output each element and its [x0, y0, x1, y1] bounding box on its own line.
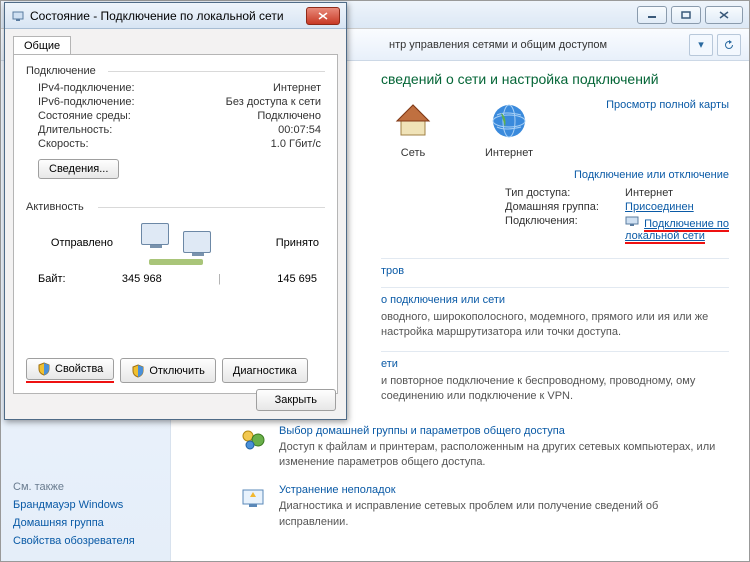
disable-button[interactable]: Отключить — [120, 358, 216, 383]
refresh-button[interactable] — [717, 34, 741, 56]
ipv4-value: Интернет — [273, 82, 321, 94]
received-bytes: 145 695 — [277, 273, 317, 285]
bg-close-button[interactable] — [705, 6, 743, 24]
section-link-setup[interactable]: о подключения или сети — [381, 294, 505, 306]
connect-disconnect-link[interactable]: Подключение или отключение — [574, 169, 729, 181]
homegroup-link[interactable]: Присоединен — [625, 201, 694, 213]
connection-lan-link[interactable]: Подключение полокальной сети — [625, 218, 729, 244]
properties-button[interactable]: Свойства — [26, 358, 114, 380]
homegroup-label: Домашняя группа: — [505, 201, 625, 213]
duration-value: 00:07:54 — [278, 124, 321, 136]
section-text-net: и повторное подключение к беспроводному,… — [381, 374, 729, 405]
sent-label: Отправлено — [28, 237, 113, 249]
bytes-separator: | — [218, 273, 221, 285]
nic-icon — [625, 215, 639, 227]
activity-icon — [141, 221, 211, 265]
section-link-trov[interactable]: тров — [381, 265, 404, 277]
sidebar-link-firewall[interactable]: Брандмауэр Windows — [13, 499, 158, 511]
map-item-internet: Интернет — [485, 99, 533, 159]
view-full-map-link[interactable]: Просмотр полной карты — [606, 99, 729, 111]
sidebar-see-also: См. также — [13, 481, 158, 493]
maximize-button[interactable] — [671, 6, 701, 24]
media-label: Состояние среды: — [38, 110, 131, 122]
sidebar-link-browser[interactable]: Свойства обозревателя — [13, 535, 158, 547]
map-label-internet: Интернет — [485, 147, 533, 159]
dialog-title: Состояние - Подключение по локальной сет… — [30, 9, 306, 23]
dropdown-button[interactable]: ▾ — [689, 34, 713, 56]
status-dialog: Состояние - Подключение по локальной сет… — [4, 2, 347, 420]
access-type-value: Интернет — [625, 187, 673, 199]
received-label: Принято — [238, 237, 323, 249]
group-connection-title: Подключение — [26, 65, 325, 77]
item-text-homegroup: Доступ к файлам и принтерам, расположенн… — [279, 440, 729, 471]
tab-panel: Подключение IPv4-подключение: Интернет IP… — [13, 54, 338, 394]
diagnostics-button[interactable]: Диагностика — [222, 358, 308, 383]
shield-icon — [37, 362, 51, 376]
map-item-network: Сеть — [391, 99, 435, 159]
house-icon — [391, 99, 435, 143]
globe-icon — [487, 99, 531, 143]
ipv4-label: IPv4-подключение: — [38, 82, 135, 94]
connection-info-table: Тип доступа:Интернет Домашняя группа:При… — [505, 187, 729, 244]
media-value: Подключено — [257, 110, 321, 122]
nic-icon — [11, 9, 25, 23]
shield-icon — [131, 364, 145, 378]
troubleshoot-icon — [239, 484, 267, 512]
connections-label: Подключения: — [505, 215, 625, 242]
section-link-net[interactable]: ети — [381, 358, 398, 370]
sidebar-link-homegroup[interactable]: Домашняя группа — [13, 517, 158, 529]
item-link-troubleshoot[interactable]: Устранение неполадок — [279, 484, 396, 496]
details-button[interactable]: Сведения... — [38, 159, 119, 179]
dialog-close-button[interactable] — [306, 7, 340, 25]
minimize-button[interactable] — [637, 6, 667, 24]
map-label-network: Сеть — [391, 147, 435, 159]
homegroup-icon — [239, 425, 267, 453]
ipv6-label: IPv6-подключение: — [38, 96, 135, 108]
bytes-label: Байт: — [38, 273, 66, 285]
sent-bytes: 345 968 — [122, 273, 162, 285]
speed-value: 1.0 Гбит/с — [271, 138, 321, 150]
access-type-label: Тип доступа: — [505, 187, 625, 199]
duration-label: Длительность: — [38, 124, 112, 136]
item-text-troubleshoot: Диагностика и исправление сетевых пробле… — [279, 499, 729, 530]
group-activity-title: Активность — [26, 201, 325, 213]
tab-general[interactable]: Общие — [13, 36, 71, 55]
close-button[interactable]: Закрыть — [256, 389, 336, 411]
ipv6-value: Без доступа к сети — [226, 96, 321, 108]
speed-label: Скорость: — [38, 138, 89, 150]
section-text-setup: оводного, широкополосного, модемного, пр… — [381, 310, 729, 341]
item-link-homegroup[interactable]: Выбор домашней группы и параметров общег… — [279, 425, 565, 437]
dialog-titlebar: Состояние - Подключение по локальной сет… — [5, 3, 346, 29]
